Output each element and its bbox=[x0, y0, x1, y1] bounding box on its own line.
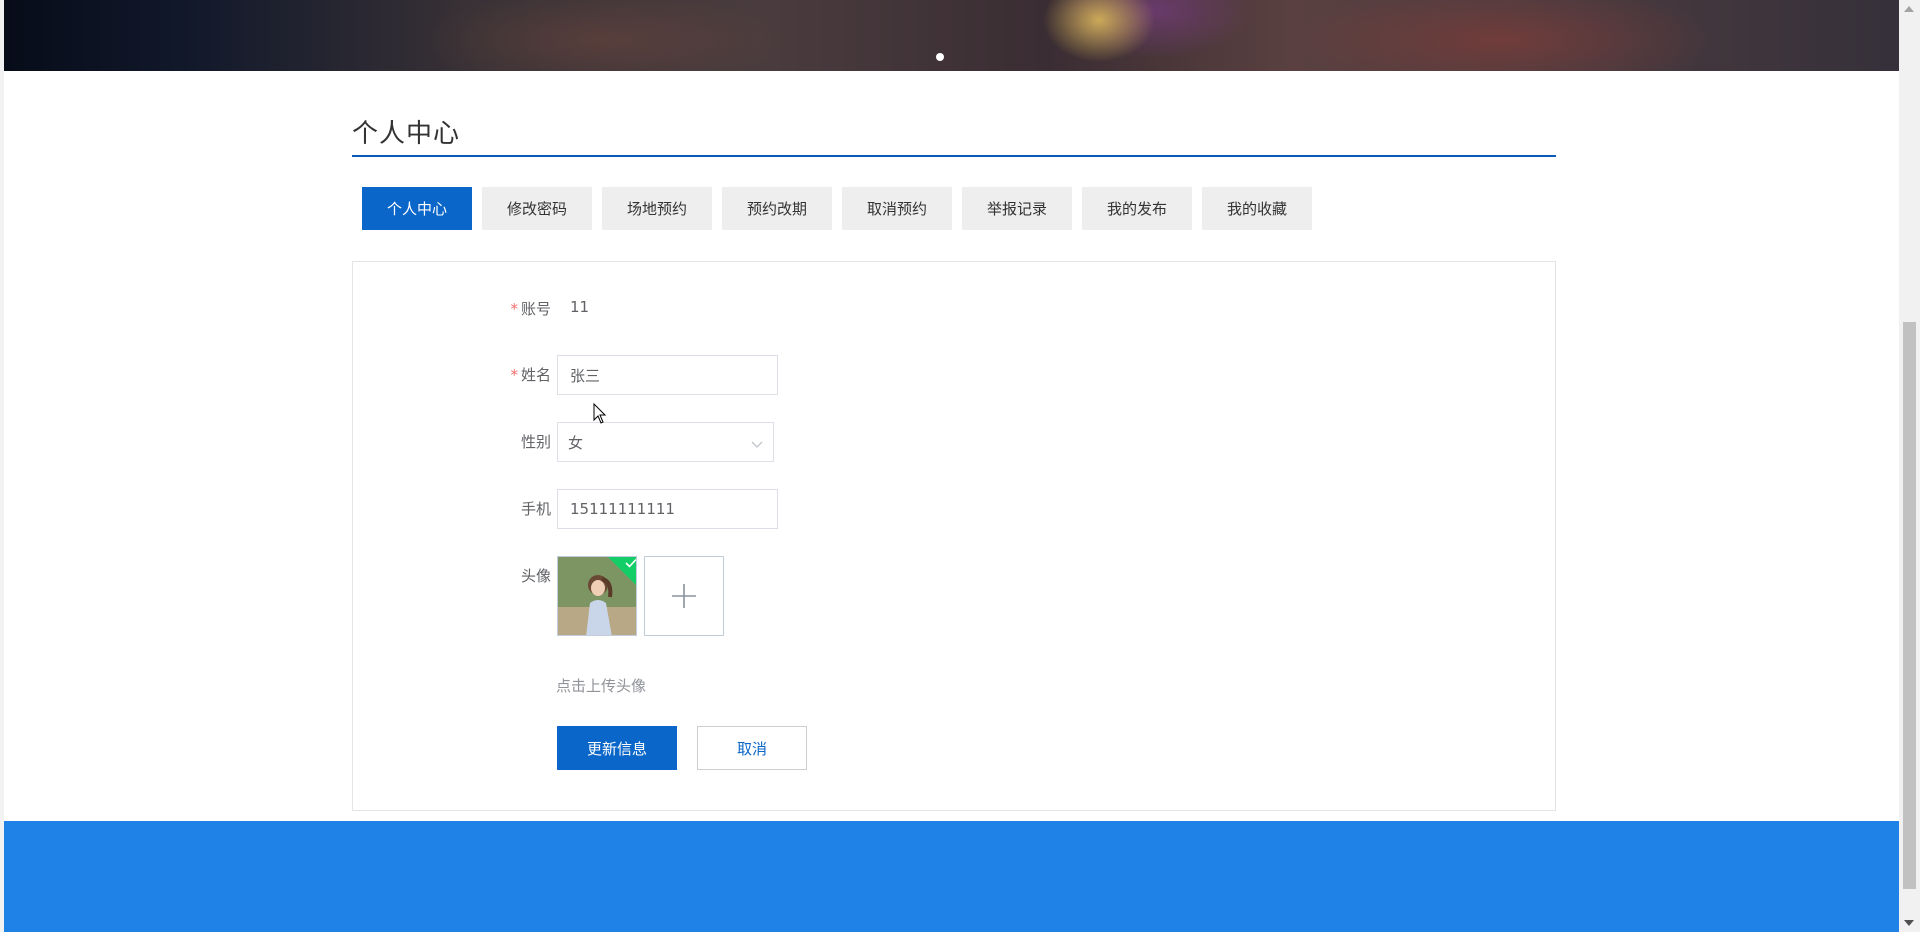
phone-label: 手机 bbox=[520, 500, 551, 518]
tab-report-records[interactable]: 举报记录 bbox=[962, 187, 1072, 230]
scroll-up-arrow-icon[interactable] bbox=[1904, 6, 1914, 12]
profile-form: * 账号 11 * 姓名 张三 性别 女 手机 15111111111 头像 点… bbox=[352, 261, 1556, 811]
tab-my-posts[interactable]: 我的发布 bbox=[1082, 187, 1192, 230]
phone-input[interactable]: 15111111111 bbox=[557, 489, 778, 529]
name-input[interactable]: 张三 bbox=[557, 355, 778, 395]
scroll-down-arrow-icon[interactable] bbox=[1904, 920, 1914, 926]
avatar-image[interactable] bbox=[557, 556, 637, 636]
name-label: * 姓名 bbox=[471, 364, 551, 385]
gender-select[interactable]: 女 bbox=[557, 422, 774, 462]
update-info-button[interactable]: 更新信息 bbox=[557, 726, 677, 770]
page-title: 个人中心 bbox=[352, 119, 461, 149]
tab-reschedule[interactable]: 预约改期 bbox=[722, 187, 832, 230]
tab-my-favorites[interactable]: 我的收藏 bbox=[1202, 187, 1312, 230]
plus-icon bbox=[672, 584, 696, 608]
carousel-indicator-dot[interactable] bbox=[936, 53, 944, 61]
gender-label: 性别 bbox=[520, 433, 551, 451]
title-divider bbox=[352, 155, 1556, 157]
avatar-label: 头像 bbox=[520, 567, 551, 585]
upload-hint: 点击上传头像 bbox=[556, 677, 647, 695]
chevron-down-icon bbox=[751, 436, 763, 448]
required-mark: * bbox=[510, 300, 518, 318]
check-icon bbox=[625, 558, 636, 568]
banner-carousel bbox=[4, 0, 1899, 71]
phone-input-value: 15111111111 bbox=[570, 500, 675, 518]
scrollbar-thumb[interactable] bbox=[1903, 322, 1916, 889]
tab-venue-booking[interactable]: 场地预约 bbox=[602, 187, 712, 230]
account-value: 11 bbox=[570, 298, 590, 316]
page: 个人中心 个人中心 修改密码 场地预约 预约改期 取消预约 举报记录 我的发布 … bbox=[4, 0, 1899, 932]
account-label-text: 账号 bbox=[520, 300, 551, 318]
tab-profile[interactable]: 个人中心 bbox=[362, 187, 472, 230]
name-label-text: 姓名 bbox=[520, 366, 551, 384]
footer bbox=[4, 821, 1899, 932]
tab-change-password[interactable]: 修改密码 bbox=[482, 187, 592, 230]
mouse-cursor-icon bbox=[593, 403, 607, 424]
cancel-button[interactable]: 取消 bbox=[697, 726, 807, 770]
tab-cancel-booking[interactable]: 取消预约 bbox=[842, 187, 952, 230]
upload-avatar-button[interactable] bbox=[644, 556, 724, 636]
account-label: * 账号 bbox=[471, 298, 551, 319]
gender-select-value: 女 bbox=[568, 433, 584, 452]
required-mark: * bbox=[510, 366, 518, 384]
vertical-scrollbar[interactable] bbox=[1899, 0, 1920, 932]
name-input-value: 张三 bbox=[570, 366, 601, 385]
